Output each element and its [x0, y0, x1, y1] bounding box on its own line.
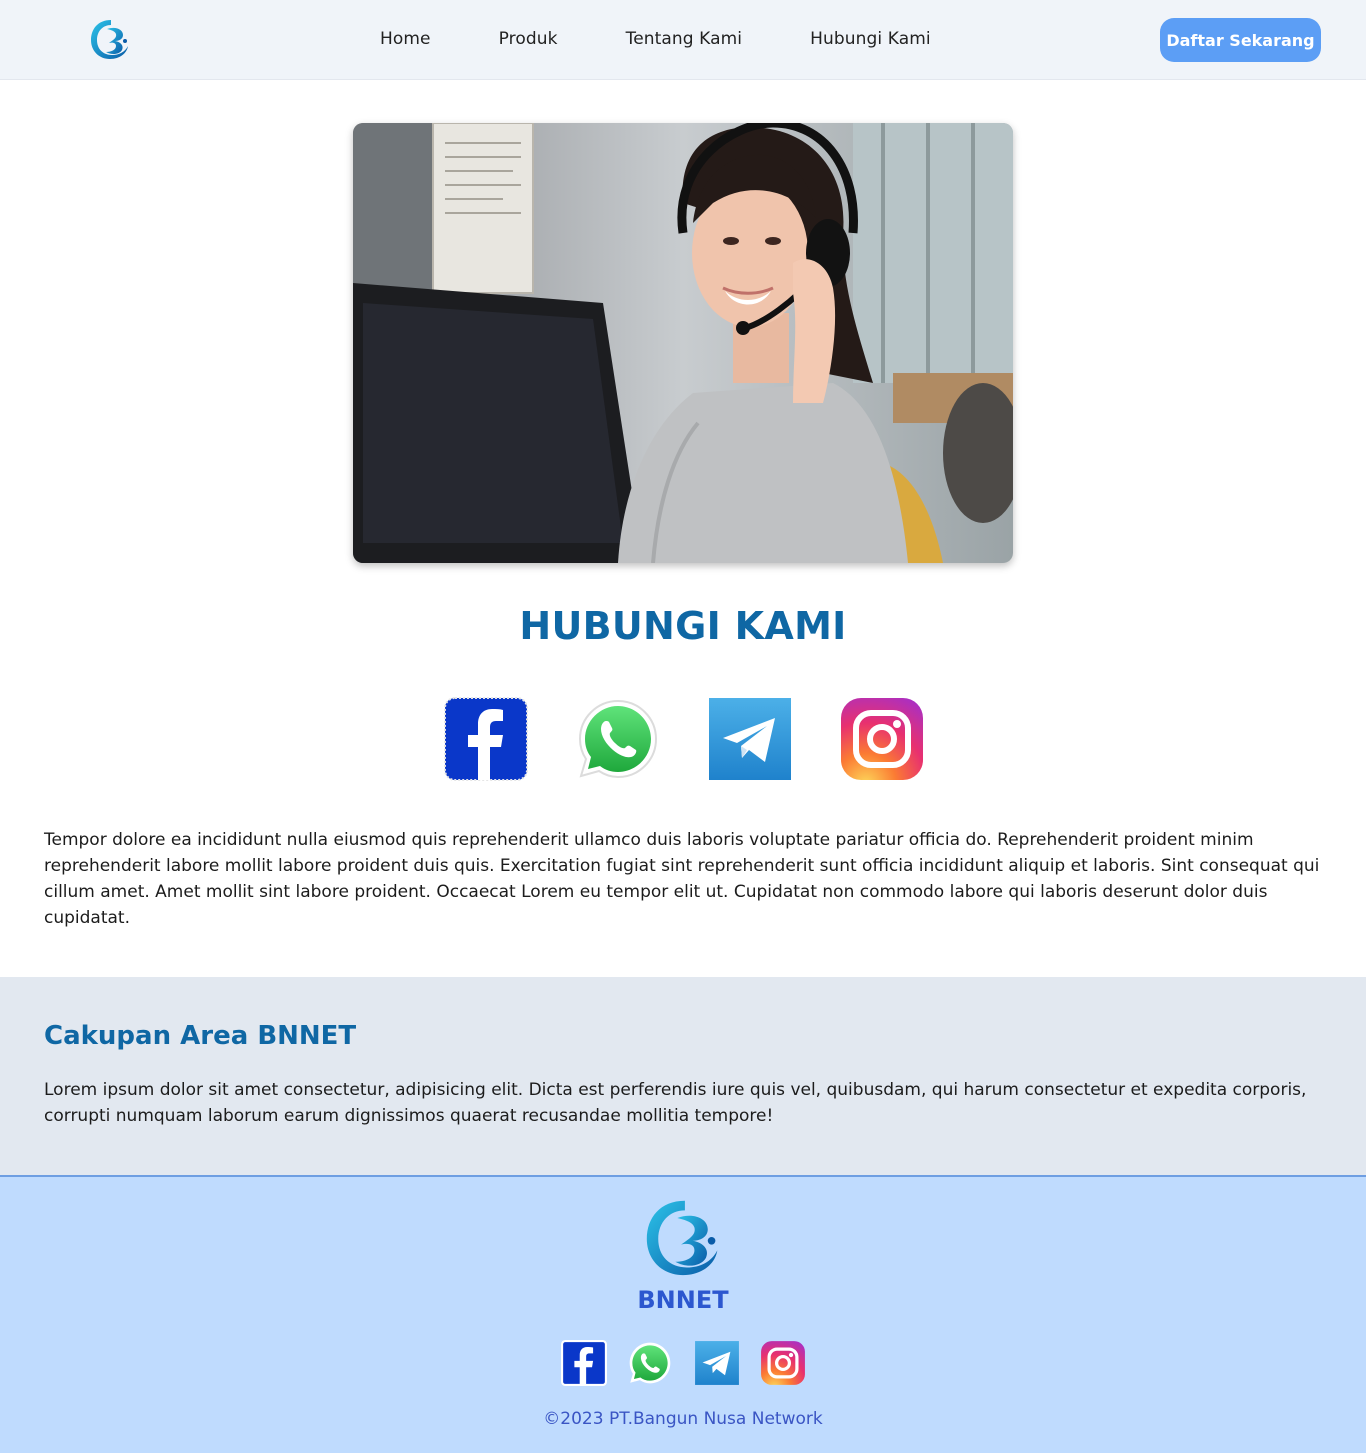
instagram-icon[interactable]: [839, 696, 925, 782]
footer: BNNET ©2023 PT.Bangun Nusa Network: [0, 1175, 1366, 1453]
nav-home-link[interactable]: Home: [380, 29, 431, 49]
customer-service-agent-photo: [353, 123, 1013, 563]
footer-social-links: [561, 1340, 806, 1386]
contact-description: Tempor dolore ea incididunt nulla eiusmo…: [44, 830, 1320, 928]
coverage-area-description: Lorem ipsum dolor sit amet consectetur, …: [44, 1080, 1307, 1126]
navbar: Home Produk Tentang Kami Hubungi Kami Da…: [0, 0, 1366, 80]
nav-tentang-kami-link[interactable]: Tentang Kami: [626, 29, 743, 49]
bnnet-logo-icon[interactable]: [643, 1194, 723, 1280]
daftar-sekarang-button[interactable]: Daftar Sekarang: [1160, 18, 1321, 62]
coverage-area-section: Cakupan Area BNNET Lorem ipsum dolor sit…: [0, 977, 1366, 1175]
hero-illustration: [353, 123, 1013, 563]
contact-social-links: [443, 696, 925, 782]
whatsapp-icon[interactable]: [627, 1340, 673, 1386]
coverage-area-title: Cakupan Area BNNET: [44, 1021, 357, 1051]
telegram-icon[interactable]: [707, 696, 793, 782]
bnnet-logo-icon[interactable]: [89, 17, 131, 61]
facebook-icon[interactable]: [443, 696, 529, 782]
contact-title: HUBUNGI KAMI: [519, 604, 847, 648]
nav-hubungi-kami-link[interactable]: Hubungi Kami: [810, 29, 931, 49]
whatsapp-icon[interactable]: [575, 696, 661, 782]
main-nav: Home Produk Tentang Kami Hubungi Kami: [380, 0, 931, 78]
instagram-icon[interactable]: [760, 1340, 806, 1386]
telegram-icon[interactable]: [694, 1340, 740, 1386]
nav-produk-link[interactable]: Produk: [499, 29, 558, 49]
footer-brand-name: BNNET: [637, 1286, 729, 1314]
facebook-icon[interactable]: [561, 1340, 607, 1386]
footer-copyright: ©2023 PT.Bangun Nusa Network: [543, 1409, 823, 1429]
